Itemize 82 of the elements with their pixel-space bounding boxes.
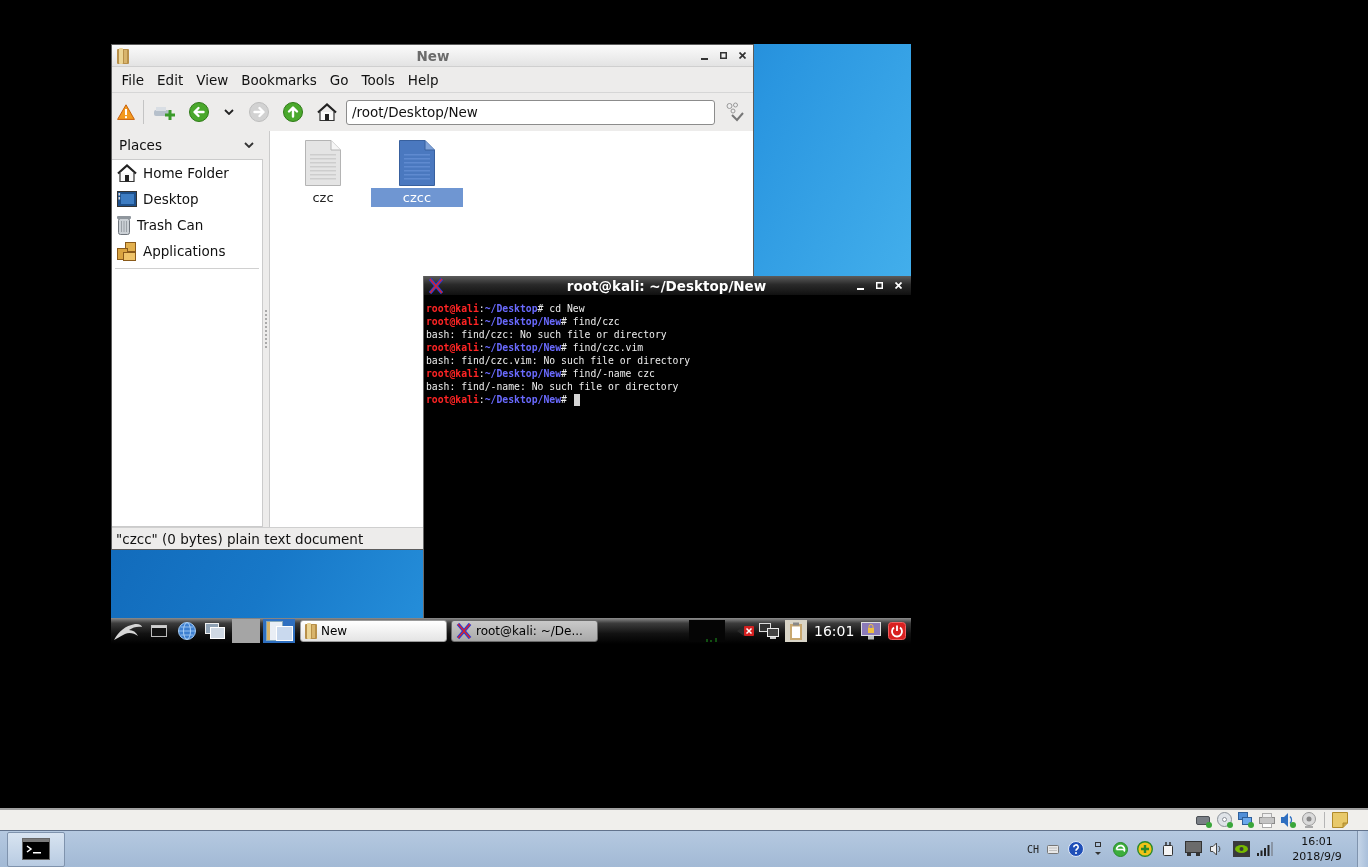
network-icon[interactable]: [759, 623, 779, 639]
taskbar-button[interactable]: root@kali: ~/De...: [451, 620, 598, 642]
terminal-output-line: bash: find/czc.vim: No such file or directory: [426, 355, 691, 366]
clock-time[interactable]: 16:01: [1301, 834, 1333, 849]
keyboard-icon[interactable]: [1047, 844, 1059, 854]
menu-item[interactable]: Help: [401, 68, 445, 91]
workspace-tile-icon: [232, 619, 260, 643]
window-title: New: [416, 47, 450, 64]
taskbar-button[interactable]: New: [300, 620, 447, 642]
desktop-icon: [117, 191, 137, 207]
webcam-icon[interactable]: [1301, 812, 1317, 828]
clock-date[interactable]: 2018/9/9: [1292, 849, 1342, 864]
language-indicator[interactable]: CH: [1027, 843, 1041, 855]
workspace-button[interactable]: [263, 619, 295, 643]
panel-clock: 16:01: [814, 623, 854, 639]
terminal-prompt-line: root@kali:~/Desktop/New# find/czc: [426, 316, 620, 327]
folder-icon: [305, 623, 317, 639]
cpu-usage-graph: [689, 620, 725, 642]
help-icon[interactable]: [1068, 841, 1084, 857]
file-label[interactable]: czc: [277, 188, 369, 207]
menu-item[interactable]: Go: [323, 68, 355, 91]
applications-icon: [117, 241, 137, 261]
home-icon: [117, 164, 137, 182]
x-logo-icon: [456, 623, 472, 639]
close-icon: [738, 52, 746, 59]
document-icon[interactable]: [399, 140, 435, 186]
globe-icon: [178, 622, 196, 640]
dots-arrow-icon: [726, 102, 744, 122]
sidebar-item[interactable]: Trash Can: [112, 212, 262, 238]
caret-icon: [224, 109, 234, 115]
printer-icon[interactable]: [1259, 812, 1275, 828]
signal-bars-icon[interactable]: [1257, 842, 1273, 856]
window-title: root@kali: ~/Desktop/New: [566, 277, 767, 294]
chevron-down-icon: [244, 142, 254, 148]
x-logo-icon: [428, 277, 444, 294]
address-field[interactable]: /root/Desktop/New: [346, 99, 715, 125]
plus-icon[interactable]: [1137, 841, 1153, 857]
menu-item[interactable]: Edit: [150, 68, 190, 91]
dragon-logo-icon: [113, 621, 143, 641]
go-button[interactable]: [725, 100, 745, 124]
home-icon: [317, 103, 337, 121]
menu-item[interactable]: Tools: [354, 68, 402, 91]
menu-item[interactable]: View: [189, 68, 235, 91]
power-icon[interactable]: [888, 622, 906, 640]
menu-item[interactable]: Bookmarks: [234, 68, 324, 91]
browser-launcher[interactable]: [175, 619, 199, 643]
sidebar-item[interactable]: Applications: [112, 238, 262, 264]
terminal-output-line: bash: find/czc: No such file or directory: [426, 329, 667, 340]
overflow-arrow-icon[interactable]: [1094, 842, 1102, 856]
eye-logo-icon[interactable]: [1233, 841, 1250, 857]
maximize-icon: [875, 282, 883, 289]
menu-item[interactable]: File: [115, 68, 151, 91]
add-icon: [154, 104, 176, 120]
trash-icon: [117, 215, 131, 235]
terminal-prompt-line: root@kali:~/Desktop/New# find/-name czc: [426, 368, 655, 379]
monitor-lock-icon[interactable]: [861, 622, 881, 640]
speaker-icon[interactable]: [1210, 842, 1221, 856]
terminal-prompt-line: root@kali:~/Desktop/New#: [426, 394, 567, 405]
minimize-icon: [700, 58, 708, 60]
display-icon[interactable]: [1185, 841, 1202, 857]
sidebar-item[interactable]: Desktop: [112, 186, 262, 212]
sidebar-item[interactable]: Home Folder: [112, 160, 262, 186]
close-icon: [894, 282, 902, 289]
pinned-app-button[interactable]: [7, 831, 65, 867]
terminal-prompt-line: root@kali:~/Desktop/New# find/czc.vim: [426, 342, 644, 353]
browser-logo-icon[interactable]: [1113, 841, 1128, 857]
command-prompt-icon: [22, 838, 50, 860]
places-dropdown[interactable]: Places: [112, 131, 263, 159]
clipboard-icon[interactable]: [785, 620, 807, 642]
minimize-icon: [856, 288, 864, 290]
window-thumbnails-icon: [263, 619, 295, 643]
terminal-output-line: bash: find/-name: No such file or directory: [426, 381, 679, 392]
maximize-icon: [719, 52, 727, 59]
folder-icon: [117, 47, 129, 64]
terminal-icon: [151, 625, 167, 637]
terminal-prompt-line: root@kali:~/Desktop# cd New: [426, 303, 585, 314]
optical-disc-icon[interactable]: [1217, 812, 1233, 828]
power-plug-icon[interactable]: [1162, 842, 1174, 856]
windows-icon: [205, 623, 225, 639]
speaker-muted-icon[interactable]: [737, 625, 755, 637]
speaker-icon[interactable]: [1280, 812, 1296, 828]
note-icon[interactable]: [1332, 812, 1348, 828]
